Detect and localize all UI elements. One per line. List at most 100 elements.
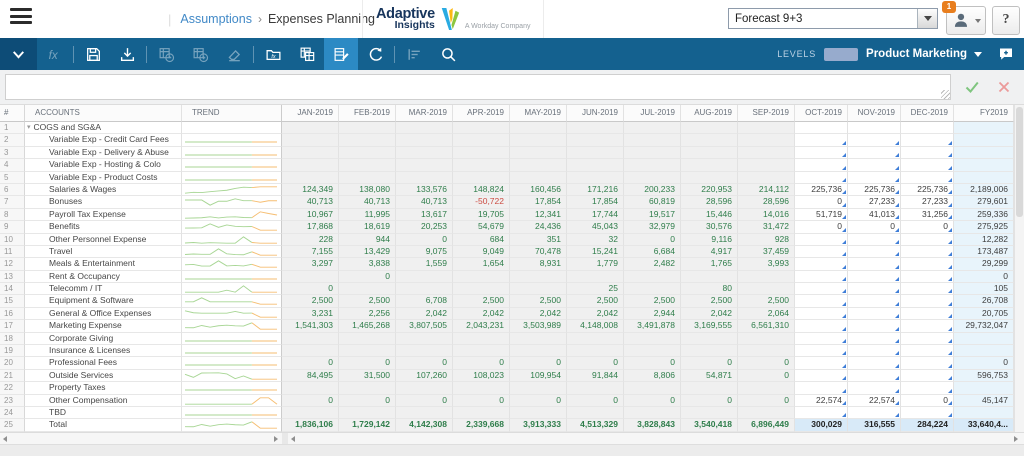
fy-cell[interactable]: 45,147: [954, 394, 1014, 407]
value-cell[interactable]: [848, 307, 901, 321]
value-cell[interactable]: [681, 332, 738, 346]
value-cell[interactable]: [453, 171, 510, 184]
value-cell[interactable]: [738, 134, 795, 147]
value-cell[interactable]: 160,456: [510, 183, 567, 197]
value-cell[interactable]: 0: [282, 357, 339, 370]
value-cell[interactable]: [681, 122, 738, 135]
value-cell[interactable]: [282, 146, 339, 160]
value-cell[interactable]: [339, 122, 396, 135]
value-cell[interactable]: 60,819: [624, 196, 681, 209]
value-cell[interactable]: [567, 270, 624, 284]
value-cell[interactable]: 8,806: [624, 369, 681, 383]
value-cell[interactable]: 0: [567, 394, 624, 407]
value-cell[interactable]: [738, 345, 795, 358]
value-cell[interactable]: [795, 332, 848, 346]
value-cell[interactable]: [339, 134, 396, 147]
value-cell[interactable]: 2,500: [282, 295, 339, 308]
value-cell[interactable]: [795, 122, 848, 135]
value-cell[interactable]: 0: [510, 357, 567, 370]
value-cell[interactable]: [738, 171, 795, 184]
value-cell[interactable]: [567, 345, 624, 358]
v-scrollbar-thumb[interactable]: [1016, 107, 1023, 217]
value-cell[interactable]: 200,233: [624, 183, 681, 197]
value-cell[interactable]: 19,705: [453, 208, 510, 222]
value-cell[interactable]: 2,500: [624, 295, 681, 308]
value-cell[interactable]: [738, 122, 795, 135]
value-cell[interactable]: [901, 345, 954, 358]
value-cell[interactable]: [567, 146, 624, 160]
value-cell[interactable]: 0: [901, 221, 954, 234]
fy-cell[interactable]: 12,282: [954, 233, 1014, 246]
fy-cell[interactable]: [954, 332, 1014, 346]
value-cell[interactable]: 9,116: [681, 233, 738, 246]
help-button[interactable]: ?: [992, 6, 1020, 35]
value-cell[interactable]: [681, 171, 738, 184]
fy-cell[interactable]: 29,732,047: [954, 320, 1014, 333]
fy-cell[interactable]: 279,601: [954, 196, 1014, 209]
version-select[interactable]: Forecast 9+3: [728, 8, 938, 29]
value-cell[interactable]: [453, 283, 510, 296]
value-cell[interactable]: [738, 159, 795, 172]
value-cell[interactable]: [396, 134, 453, 147]
value-cell[interactable]: [510, 332, 567, 346]
value-cell[interactable]: 171,216: [567, 183, 624, 197]
value-cell[interactable]: 0: [339, 270, 396, 284]
value-cell[interactable]: [901, 406, 954, 420]
account-cell[interactable]: Telecomm / IT: [25, 283, 182, 296]
value-cell[interactable]: [901, 295, 954, 308]
value-cell[interactable]: [795, 270, 848, 284]
value-cell[interactable]: [396, 146, 453, 160]
value-cell[interactable]: 351: [510, 233, 567, 246]
value-cell[interactable]: 2,043,231: [453, 320, 510, 333]
value-cell[interactable]: [901, 357, 954, 370]
edit-sheet-icon[interactable]: [324, 38, 358, 70]
value-cell[interactable]: 133,576: [396, 183, 453, 197]
value-cell[interactable]: [624, 146, 681, 160]
value-cell[interactable]: 12,341: [510, 208, 567, 222]
value-cell[interactable]: 18,619: [339, 221, 396, 234]
value-cell[interactable]: 7,155: [282, 245, 339, 259]
value-cell[interactable]: 300,029: [795, 419, 848, 432]
value-cell[interactable]: [901, 332, 954, 346]
value-cell[interactable]: 225,736: [848, 183, 901, 197]
account-cell[interactable]: Salaries & Wages: [25, 183, 182, 197]
scroll-right-icon[interactable]: [274, 435, 278, 442]
value-cell[interactable]: [848, 320, 901, 333]
value-cell[interactable]: [510, 171, 567, 184]
value-cell[interactable]: 3,828,843: [624, 419, 681, 432]
value-cell[interactable]: 8,931: [510, 258, 567, 271]
account-cell[interactable]: Bonuses: [25, 196, 182, 209]
cancel-button[interactable]: [992, 76, 1016, 98]
value-cell[interactable]: [510, 159, 567, 172]
account-cell[interactable]: Meals & Entertainment: [25, 258, 182, 271]
value-cell[interactable]: 45,043: [567, 221, 624, 234]
value-cell[interactable]: 0: [453, 394, 510, 407]
fy-cell[interactable]: 275,925: [954, 221, 1014, 234]
value-cell[interactable]: [901, 307, 954, 321]
value-cell[interactable]: [795, 283, 848, 296]
value-cell[interactable]: 13,617: [396, 208, 453, 222]
value-cell[interactable]: [453, 270, 510, 284]
value-cell[interactable]: 0: [795, 221, 848, 234]
value-cell[interactable]: 2,500: [339, 295, 396, 308]
value-cell[interactable]: [624, 283, 681, 296]
value-cell[interactable]: [681, 134, 738, 147]
value-cell[interactable]: 17,854: [510, 196, 567, 209]
value-cell[interactable]: [339, 332, 396, 346]
fy-cell[interactable]: [954, 146, 1014, 160]
value-cell[interactable]: 40,713: [339, 196, 396, 209]
value-cell[interactable]: [848, 270, 901, 284]
account-cell[interactable]: Professional Fees: [25, 357, 182, 370]
value-cell[interactable]: [453, 122, 510, 135]
value-cell[interactable]: 2,500: [681, 295, 738, 308]
level-selector[interactable]: Product Marketing: [866, 48, 967, 60]
value-cell[interactable]: [510, 122, 567, 135]
fy-cell[interactable]: [954, 134, 1014, 147]
version-select-arrow[interactable]: [917, 9, 937, 28]
value-cell[interactable]: 3,540,418: [681, 419, 738, 432]
value-cell[interactable]: [901, 233, 954, 246]
value-cell[interactable]: 22,574: [795, 394, 848, 407]
value-cell[interactable]: [795, 171, 848, 184]
value-cell[interactable]: [282, 332, 339, 346]
value-cell[interactable]: [567, 382, 624, 395]
